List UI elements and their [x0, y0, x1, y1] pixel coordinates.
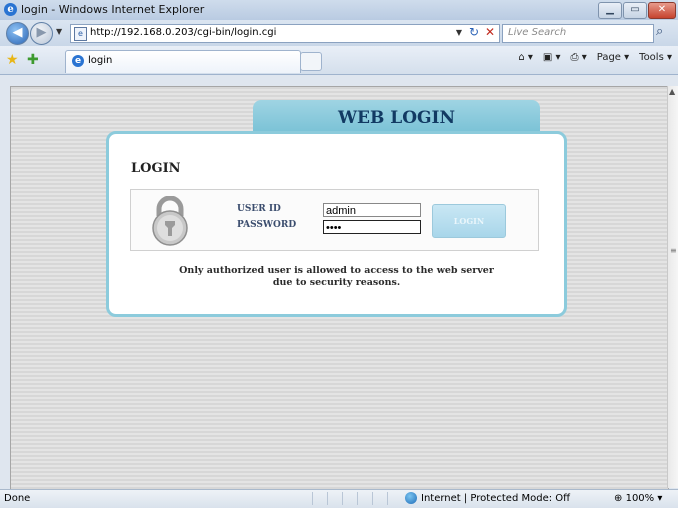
scroll-up-icon[interactable]: ▲ [669, 87, 675, 96]
login-panel: LOGIN USER ID PASSWORD admin •••• LOGIN … [106, 131, 567, 317]
userid-label: USER ID [237, 204, 281, 214]
notice-line-1: Only authorized user is allowed to acces… [179, 265, 494, 276]
command-bar: ⌂ ▾ ▣ ▾ ⎙ ▾ Page ▾ Tools ▾ [518, 52, 672, 63]
padlock-icon [152, 196, 188, 246]
history-dropdown-icon[interactable]: ▼ [56, 27, 62, 36]
ie-logo-icon: e [4, 3, 17, 16]
maximize-button[interactable]: ▭ [623, 2, 647, 19]
web-login-title: WEB LOGIN [337, 108, 456, 128]
url-dropdown-icon[interactable]: ▼ [456, 28, 462, 37]
tab-ie-icon: e [72, 55, 84, 67]
page-icon: e [74, 27, 87, 41]
notice-line-2: due to security reasons. [272, 277, 401, 288]
window-controls: ▁ ▭ ✕ [598, 2, 676, 19]
tab-label: login [88, 55, 113, 66]
tab-login[interactable]: e login [65, 50, 301, 73]
home-icon[interactable]: ⌂ ▾ [518, 52, 533, 63]
globe-icon [405, 492, 417, 504]
minimize-button[interactable]: ▁ [598, 2, 622, 19]
url-text[interactable]: http://192.168.0.203/cgi-bin/login.cgi [90, 27, 276, 38]
search-input[interactable]: Live Search [502, 24, 654, 43]
zoom-icon: ⊕ [614, 493, 623, 504]
forward-button[interactable]: ▶ [30, 22, 53, 45]
vertical-scrollbar[interactable]: ▲ ≡ [667, 86, 678, 488]
refresh-icon[interactable]: ↻ [469, 25, 479, 39]
add-favorite-icon[interactable]: ✚ [27, 52, 39, 68]
userid-field[interactable]: admin [323, 203, 421, 217]
page-menu[interactable]: Page ▾ [597, 52, 629, 63]
status-cells [312, 492, 402, 505]
password-label: PASSWORD [237, 220, 297, 230]
address-bar: ◀ ▶ ▼ e http://192.168.0.203/cgi-bin/log… [0, 20, 678, 46]
login-heading: LOGIN [131, 161, 181, 176]
password-field[interactable]: •••• [323, 220, 421, 234]
new-tab-button[interactable] [300, 52, 322, 71]
back-button[interactable]: ◀ [6, 22, 29, 45]
feeds-icon[interactable]: ▣ ▾ [543, 52, 561, 63]
login-button[interactable]: LOGIN [432, 204, 506, 238]
security-zone[interactable]: Internet | Protected Mode: Off [405, 492, 570, 504]
status-text: Done [4, 493, 31, 504]
close-button[interactable]: ✕ [648, 2, 676, 19]
tab-bar: ★ ✚ e login ⌂ ▾ ▣ ▾ ⎙ ▾ Page ▾ Tools ▾ [0, 46, 678, 75]
favorites-star-icon[interactable]: ★ [6, 52, 19, 68]
search-icon[interactable]: ⌕ [656, 24, 663, 39]
tools-menu[interactable]: Tools ▾ [639, 52, 672, 63]
url-field[interactable]: e http://192.168.0.203/cgi-bin/login.cgi… [70, 24, 500, 43]
search-placeholder: Live Search [508, 27, 567, 38]
zoom-dropdown-icon[interactable]: ▾ [657, 493, 662, 504]
scroll-grip-icon[interactable]: ≡ [670, 246, 677, 255]
zoom-level: 100% [625, 493, 655, 504]
print-icon[interactable]: ⎙ ▾ [571, 52, 587, 63]
login-form: USER ID PASSWORD admin •••• LOGIN [130, 189, 539, 251]
security-notice: Only authorized user is allowed to acces… [109, 265, 564, 289]
stop-icon[interactable]: ✕ [485, 25, 495, 39]
window-title: login - Windows Internet Explorer [21, 3, 205, 16]
window-titlebar: e login - Windows Internet Explorer ▁ ▭ … [0, 0, 678, 21]
zoom-control[interactable]: ⊕ 100% ▾ [614, 493, 662, 504]
security-zone-text: Internet | Protected Mode: Off [421, 492, 571, 504]
status-bar: Done Internet | Protected Mode: Off ⊕ 10… [0, 489, 678, 508]
